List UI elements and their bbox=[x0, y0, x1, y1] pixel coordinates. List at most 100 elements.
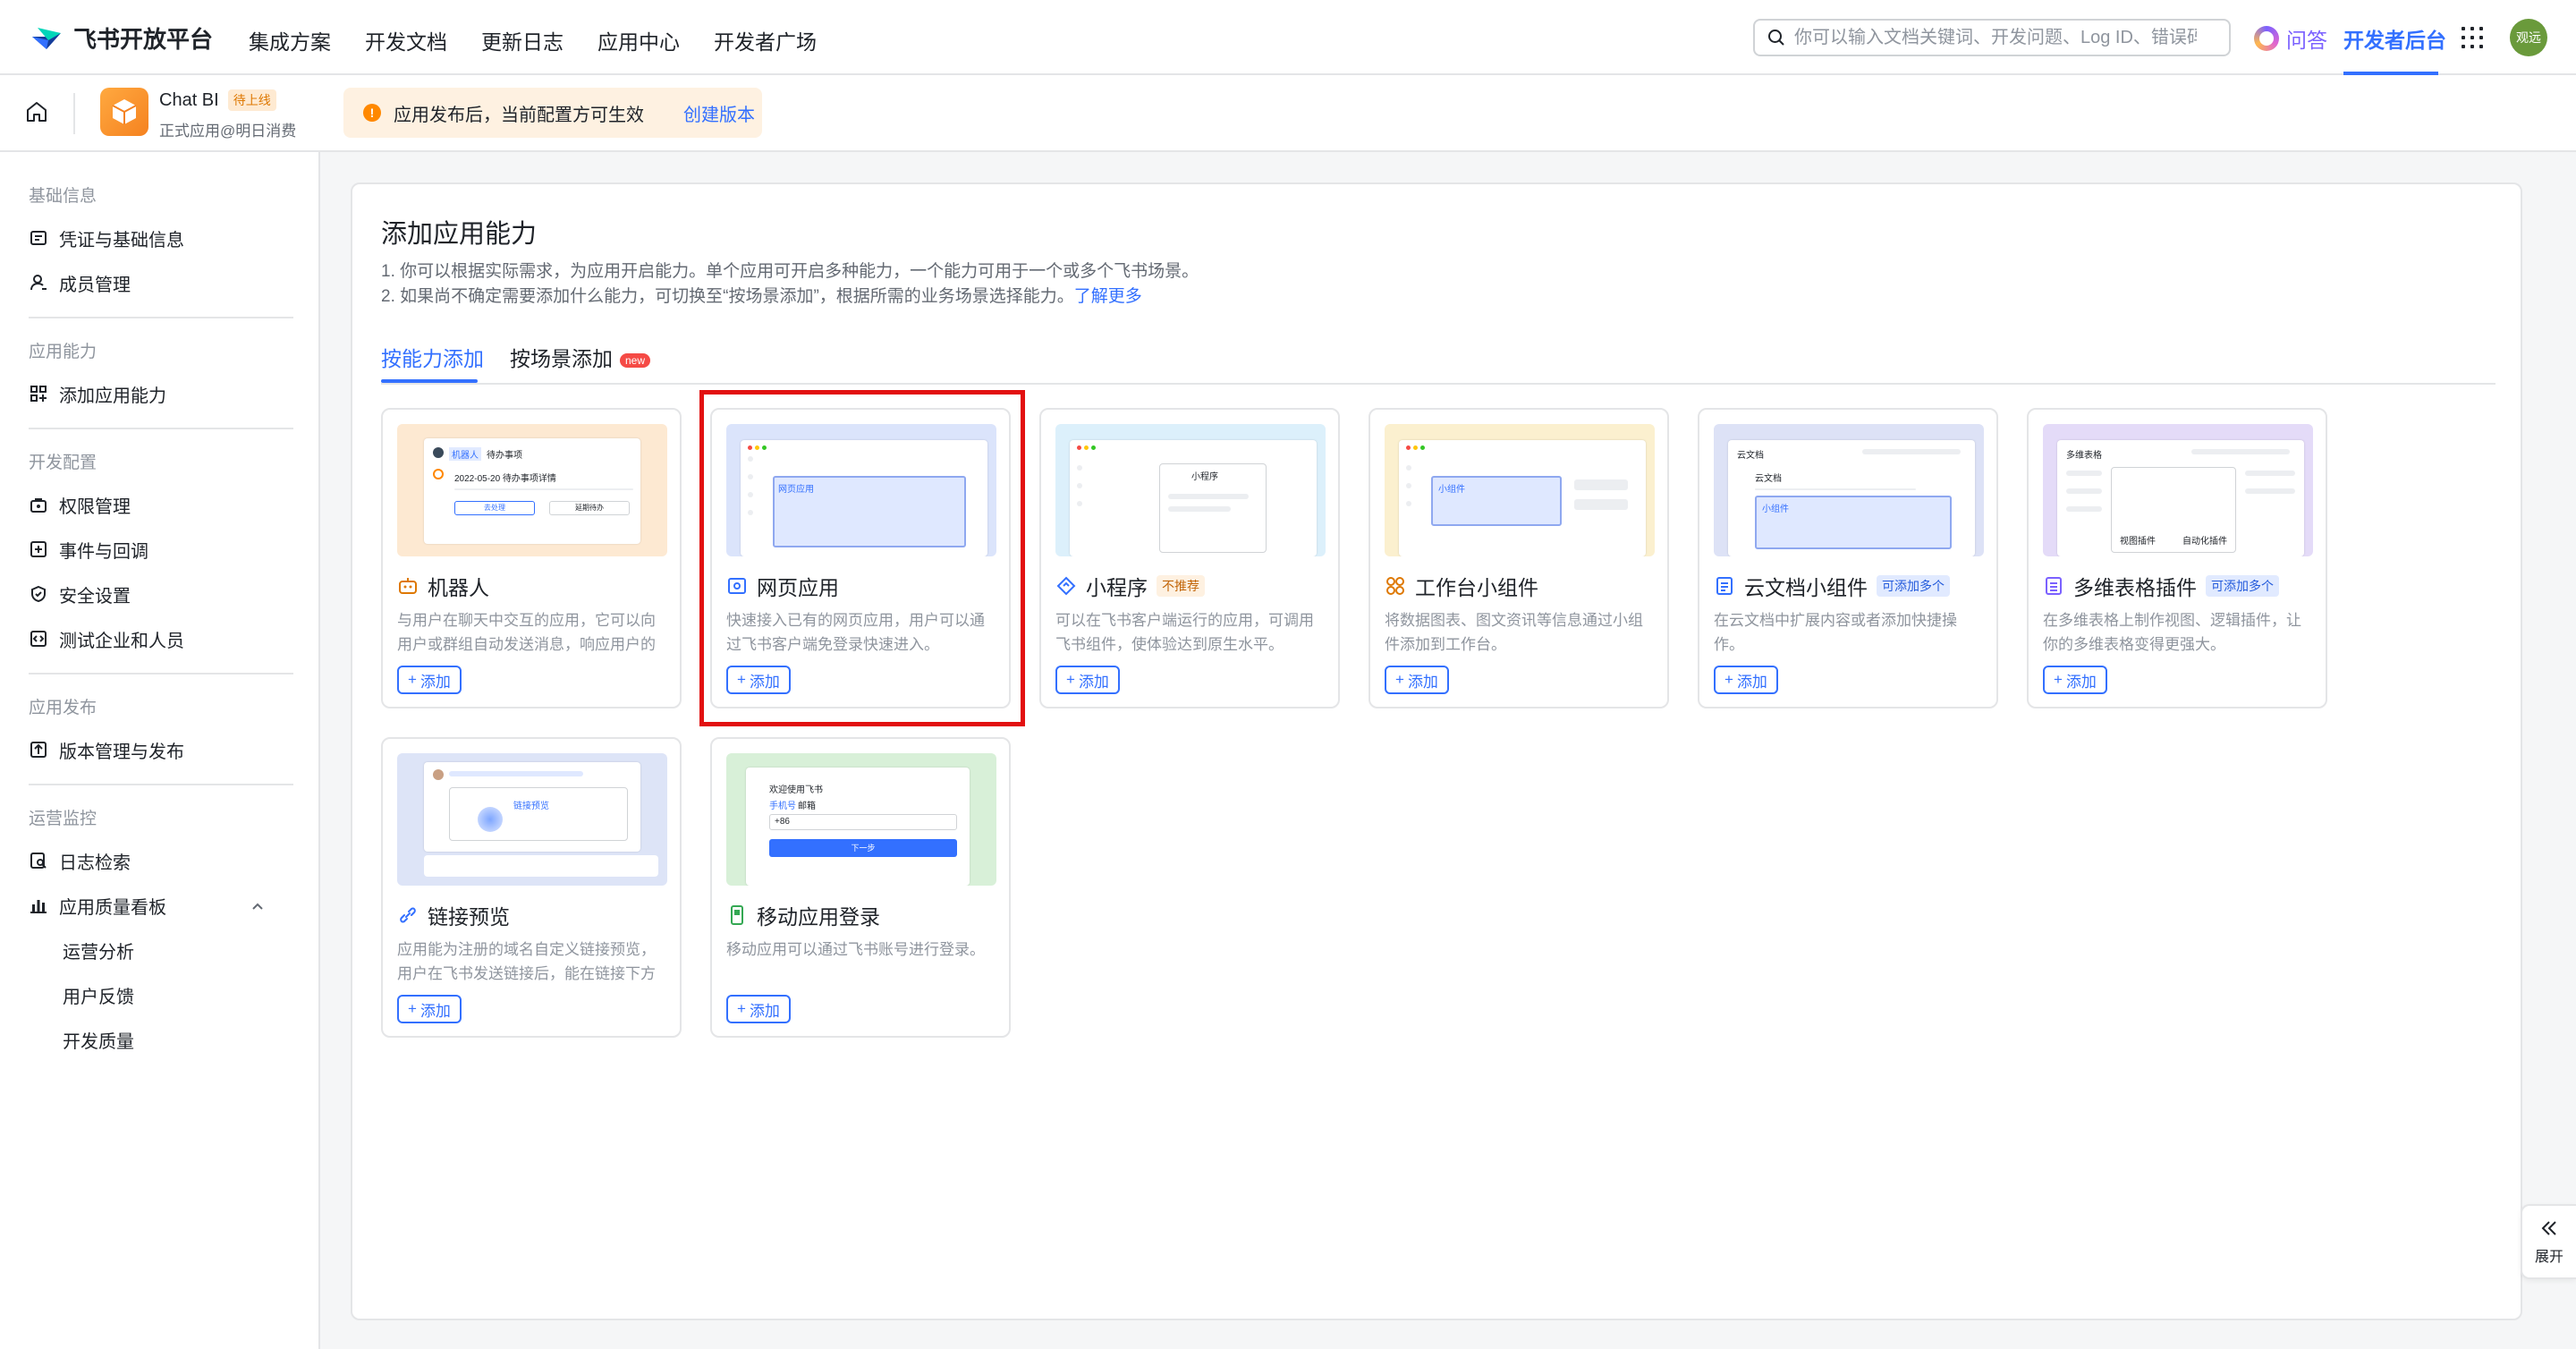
sidebar-subitem-dev-quality[interactable]: 开发质量 bbox=[63, 1022, 331, 1057]
sidebar-subitem-ops-analysis[interactable]: 运营分析 bbox=[63, 932, 331, 968]
tab-by-scenario[interactable]: 按场景添加 new bbox=[510, 342, 651, 372]
add-label: 添加 bbox=[2065, 673, 2097, 691]
app-box-icon[interactable] bbox=[100, 88, 148, 136]
event-icon bbox=[29, 539, 48, 559]
plus-icon: + bbox=[737, 1000, 746, 1017]
multiple-allowed-tag: 可添加多个 bbox=[2206, 575, 2279, 597]
add-ability-icon bbox=[29, 384, 48, 403]
card-description: 应用能为注册的域名自定义链接预览，用户在飞书发送链接后，能在链接下方展示... bbox=[397, 941, 656, 982]
nav-link-app-center[interactable]: 应用中心 bbox=[597, 25, 680, 55]
permission-icon bbox=[29, 495, 48, 514]
tab-by-ability[interactable]: 按能力添加 bbox=[381, 342, 484, 372]
search-input[interactable] bbox=[1794, 27, 2197, 48]
dev-backend-link[interactable]: 开发者后台 bbox=[2343, 23, 2446, 54]
sidebar-item-test-enterprise[interactable]: 测试企业和人员 bbox=[29, 621, 297, 657]
add-mini-program-button[interactable]: + 添加 bbox=[1055, 666, 1120, 694]
add-mobile-login-button[interactable]: + 添加 bbox=[726, 995, 791, 1023]
app-name: Chat BI bbox=[159, 89, 219, 110]
add-workplace-widget-button[interactable]: + 添加 bbox=[1385, 666, 1449, 694]
nav-link-docs[interactable]: 开发文档 bbox=[365, 25, 447, 55]
add-link-preview-button[interactable]: + 添加 bbox=[397, 995, 462, 1023]
nav-link-dev-square[interactable]: 开发者广场 bbox=[714, 25, 817, 55]
double-chevron-left-icon bbox=[2541, 1221, 2556, 1235]
sidebar-item-credentials[interactable]: 凭证与基础信息 bbox=[29, 220, 297, 256]
sidebar-item-members[interactable]: 成员管理 bbox=[29, 265, 297, 301]
sidebar-item-label: 测试企业和人员 bbox=[59, 631, 184, 651]
nav-links: 集成方案 开发文档 更新日志 应用中心 开发者广场 bbox=[249, 25, 817, 55]
plus-icon: + bbox=[2054, 671, 2063, 688]
sidebar-divider bbox=[29, 428, 293, 429]
sidebar-group-dev-config: 开发配置 bbox=[29, 454, 97, 472]
card-title-row: 链接预览 bbox=[397, 900, 510, 930]
ask-button[interactable]: 问答 bbox=[2254, 23, 2327, 54]
add-label: 添加 bbox=[419, 1002, 451, 1020]
nav-link-solutions[interactable]: 集成方案 bbox=[249, 25, 331, 55]
upload-icon bbox=[29, 740, 48, 759]
sidebar-item-events[interactable]: 事件与回调 bbox=[29, 531, 297, 567]
card-title-row: 工作台小组件 bbox=[1385, 571, 1538, 601]
ability-card-workplace-widget: 小组件 工作台小组件 将数据图表、图文资讯等信息通过小组件添加到工作台。 + 添加 bbox=[1368, 408, 1669, 708]
active-tab-underline bbox=[381, 379, 478, 383]
expand-label: 展开 bbox=[2534, 1250, 2563, 1265]
create-version-link[interactable]: 创建版本 bbox=[683, 100, 755, 126]
ability-card-link-preview: 链接预览 链接预览 应用能为注册的域名自定义链接预览，用户在飞书发送链接后，能在… bbox=[381, 737, 682, 1038]
sidebar-item-security[interactable]: 安全设置 bbox=[29, 576, 297, 612]
sidebar-item-permissions[interactable]: 权限管理 bbox=[29, 487, 297, 522]
add-label: 添加 bbox=[1078, 673, 1109, 691]
doc-widget-thumbnail: 云文档 云文档 小组件 bbox=[1714, 424, 1984, 556]
feishu-logo-icon bbox=[30, 24, 63, 53]
sidebar-item-log-search[interactable]: 日志检索 bbox=[29, 843, 297, 878]
nav-link-changelog[interactable]: 更新日志 bbox=[481, 25, 564, 55]
add-label: 添加 bbox=[1407, 673, 1438, 691]
top-navigation: 飞书开放平台 集成方案 开发文档 更新日志 应用中心 开发者广场 问答 开发者后… bbox=[0, 0, 2576, 75]
ability-card-bitable-plugin: 多维表格 视图插件 自动化插件 多维表格插件 可添加多个 在多维表格上制作视图、… bbox=[2027, 408, 2327, 708]
sidebar-item-label: 日志检索 bbox=[59, 853, 131, 873]
sidebar-group-release: 应用发布 bbox=[29, 699, 97, 717]
mini-program-thumbnail: 小程序 bbox=[1055, 424, 1326, 556]
add-robot-button[interactable]: + 添加 bbox=[397, 666, 462, 694]
sidebar: 基础信息 凭证与基础信息 成员管理 应用能力 添加应用能力 开发配置 权限管理 … bbox=[0, 152, 320, 1349]
search-box[interactable] bbox=[1753, 19, 2231, 56]
add-web-app-button[interactable]: + 添加 bbox=[726, 666, 791, 694]
card-title-row: 小程序 不推荐 bbox=[1055, 571, 1205, 601]
add-doc-widget-button[interactable]: + 添加 bbox=[1714, 666, 1778, 694]
sidebar-item-label: 用户反馈 bbox=[63, 987, 134, 1007]
robot-icon bbox=[399, 578, 417, 594]
home-icon[interactable] bbox=[25, 100, 48, 128]
main-panel: 添加应用能力 1. 你可以根据实际需求，为应用开启能力。单个应用可开启多种能力，… bbox=[351, 182, 2522, 1320]
sidebar-item-quality-board[interactable]: 应用质量看板 bbox=[29, 887, 297, 923]
card-title-row: 多维表格插件 可添加多个 bbox=[2043, 571, 2279, 601]
shield-icon bbox=[29, 584, 48, 604]
tab-label: 按场景添加 bbox=[510, 347, 613, 370]
sidebar-divider bbox=[29, 317, 293, 318]
description-line-2: 2. 如果尚不确定需要添加什么能力，可切换至“按场景添加”，根据所需的业务场景选… bbox=[381, 283, 1142, 307]
chevron-up-icon[interactable] bbox=[250, 898, 265, 919]
description-line-1: 1. 你可以根据实际需求，为应用开启能力。单个应用可开启多种能力，一个能力可用于… bbox=[381, 262, 1199, 281]
sidebar-item-label: 事件与回调 bbox=[59, 541, 148, 562]
divider bbox=[73, 93, 75, 134]
sidebar-item-add-ability[interactable]: 添加应用能力 bbox=[29, 376, 297, 411]
workplace-widget-thumbnail: 小组件 bbox=[1385, 424, 1655, 556]
sidebar-group-abilities: 应用能力 bbox=[29, 343, 97, 361]
card-title-row: 网页应用 bbox=[726, 571, 839, 601]
plus-icon: + bbox=[408, 671, 417, 688]
sidebar-group-ops: 运营监控 bbox=[29, 810, 97, 828]
app-name-row: Chat BI 待上线 bbox=[159, 89, 276, 111]
brand[interactable]: 飞书开放平台 bbox=[30, 21, 213, 55]
avatar[interactable]: 观远 bbox=[2510, 19, 2547, 56]
multiple-allowed-tag: 可添加多个 bbox=[1877, 575, 1950, 597]
description-text: 2. 如果尚不确定需要添加什么能力，可切换至“按场景添加”，根据所需的业务场景选… bbox=[381, 287, 1074, 306]
sidebar-item-versions[interactable]: 版本管理与发布 bbox=[29, 732, 297, 768]
bitable-plugin-thumbnail: 多维表格 视图插件 自动化插件 bbox=[2043, 424, 2313, 556]
expand-button[interactable]: 展开 bbox=[2521, 1204, 2576, 1279]
card-description: 将数据图表、图文资讯等信息通过小组件添加到工作台。 bbox=[1385, 612, 1643, 653]
sidebar-subitem-feedback[interactable]: 用户反馈 bbox=[63, 977, 331, 1013]
add-label: 添加 bbox=[749, 1002, 780, 1020]
apps-grid-icon[interactable] bbox=[2462, 27, 2483, 48]
card-description: 与用户在聊天中交互的应用，它可以向用户或群组自动发送消息，响应用户的消... bbox=[397, 612, 656, 653]
card-description: 移动应用可以通过飞书账号进行登录。 bbox=[726, 941, 985, 958]
widget-icon bbox=[1386, 577, 1404, 595]
plus-icon: + bbox=[1066, 671, 1075, 688]
add-bitable-plugin-button[interactable]: + 添加 bbox=[2043, 666, 2107, 694]
learn-more-link[interactable]: 了解更多 bbox=[1074, 287, 1142, 306]
